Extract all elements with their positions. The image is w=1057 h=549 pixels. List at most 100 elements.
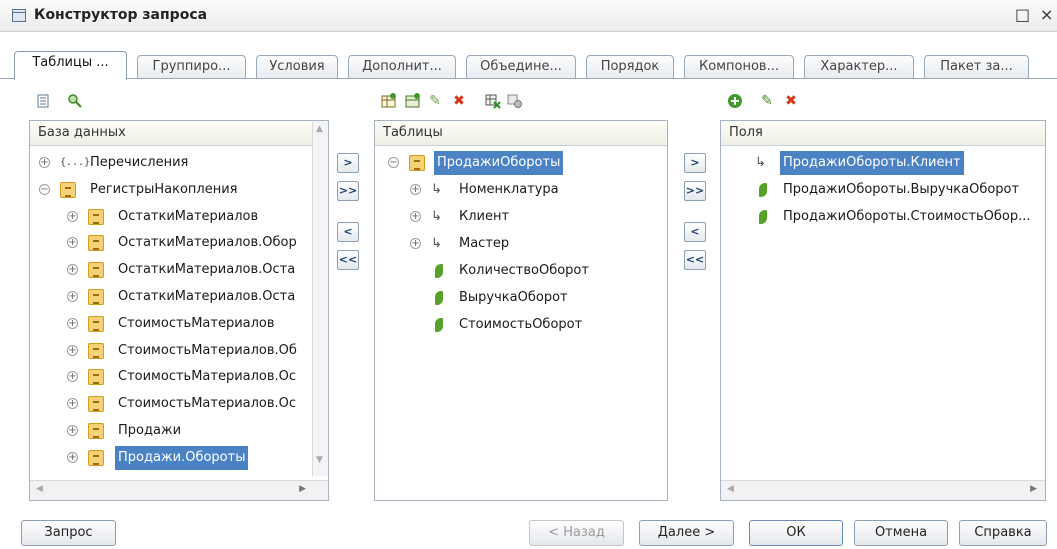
fields-scroll-right-arrow[interactable]: ▶ [1030, 484, 1037, 494]
tables-tree-item[interactable]: + ↳ Мастер [375, 232, 667, 256]
field-item[interactable]: ↳ ПродажиОбороты.Клиент [721, 151, 1045, 175]
list-icon[interactable] [34, 92, 52, 110]
database-tree-item[interactable]: + СтоимостьМатериалов.Об [30, 339, 328, 363]
database-tree-item[interactable]: + СтоимостьМатериалов.Ос [30, 392, 328, 416]
expand-icon[interactable]: + [67, 210, 78, 222]
add-table-button[interactable]: > [337, 153, 359, 173]
collapse-icon[interactable]: − [388, 157, 399, 168]
field-item[interactable]: ПродажиОбороты.ВыручкаОборот [721, 178, 1045, 202]
database-tree-item[interactable]: + СтоимостьМатериалов [30, 312, 328, 336]
tab-characteristics[interactable]: Характер... [804, 55, 914, 79]
tables-panel-header: Таблицы [375, 121, 667, 146]
tables-tree-item[interactable]: + ↳ Номенклатура [375, 178, 667, 202]
tables-tree-item[interactable]: ВыручкаОборот [375, 286, 667, 310]
list-icon-svg [37, 94, 49, 108]
fields-horizontal-scrollbar[interactable]: ◀ ▶ [721, 480, 1045, 500]
cancel-button[interactable]: Отмена [854, 520, 948, 546]
tables-tree-item-label: Клиент [459, 209, 510, 224]
scroll-down-arrow[interactable]: ▼ [316, 455, 323, 465]
tab-strip: Таблицы ... Группиро... Условия Дополнит… [14, 51, 1057, 80]
expand-icon[interactable]: + [67, 451, 78, 463]
maximize-button[interactable]: □ [1015, 5, 1030, 24]
tab-grouping[interactable]: Группиро... [137, 55, 246, 79]
gear-icon[interactable] [506, 92, 524, 110]
database-tree-item[interactable]: + Продажи [30, 419, 328, 443]
tables-tree-item[interactable]: КоличествоОборот [375, 259, 667, 283]
database-tree-item-label: Продажи [118, 423, 182, 438]
database-tree-item[interactable]: + ОстаткиМатериалов [30, 205, 328, 229]
expand-icon[interactable]: + [67, 264, 78, 276]
accumulation-register-icon [88, 289, 104, 305]
database-tree-item[interactable]: + {...} Перечисления [30, 151, 328, 175]
tab-query-batch[interactable]: Пакет за... [924, 55, 1029, 79]
tab-composition[interactable]: Компонов... [684, 55, 794, 79]
database-horizontal-scrollbar[interactable]: ◀ ▶ [30, 480, 328, 500]
table-settings-icon-svg [485, 94, 501, 109]
scroll-right-arrow[interactable]: ▶ [299, 484, 306, 494]
accumulation-register-icon [88, 449, 104, 466]
expand-icon[interactable]: + [67, 291, 78, 302]
database-tree-item[interactable]: + ОстаткиМатериалов.Обор [30, 231, 328, 255]
tables-tree-item[interactable]: СтоимостьОборот [375, 313, 667, 337]
tab-unions[interactable]: Объедине... [466, 55, 576, 79]
database-tree-item-label: Перечисления [90, 155, 189, 170]
expand-icon[interactable]: + [410, 238, 421, 249]
table-settings-icon[interactable] [484, 92, 502, 110]
find-icon-svg [68, 94, 82, 108]
scroll-left-arrow[interactable]: ◀ [36, 484, 43, 494]
ok-button[interactable]: ОК [749, 520, 843, 546]
expand-icon[interactable]: + [67, 317, 78, 329]
expand-icon[interactable]: + [67, 425, 78, 436]
tab-advanced[interactable]: Дополнит... [348, 55, 456, 79]
database-tree-item[interactable]: + Продажи.Обороты [30, 445, 328, 470]
add-table-icon[interactable] [380, 92, 398, 110]
database-tree-item-label: РегистрыНакопления [90, 181, 238, 197]
resource-field-icon [435, 318, 443, 332]
database-tree-item[interactable]: + ОстаткиМатериалов.Оста [30, 285, 328, 309]
add-field-icon[interactable] [726, 92, 744, 110]
add-field-button[interactable]: > [684, 153, 706, 173]
delete-table-icon[interactable]: ✖ [450, 92, 468, 110]
expand-icon[interactable]: + [67, 344, 78, 356]
database-tree-item-label: СтоимостьМатериалов [118, 315, 275, 331]
query-button[interactable]: Запрос [21, 520, 116, 546]
expand-icon[interactable]: + [39, 157, 50, 168]
expand-icon[interactable]: + [410, 211, 421, 222]
expand-icon[interactable]: + [67, 237, 78, 249]
nested-query-icon[interactable] [404, 92, 422, 110]
fields-scroll-left-arrow[interactable]: ◀ [727, 484, 734, 494]
database-tree-item[interactable]: + СтоимостьМатериалов.Ос [30, 365, 328, 389]
tab-conditions[interactable]: Условия [256, 55, 338, 79]
tab-tables[interactable]: Таблицы ... [14, 51, 127, 80]
tab-order[interactable]: Порядок [586, 55, 674, 79]
close-button[interactable]: × [1040, 5, 1053, 24]
database-tree-item[interactable]: − РегистрыНакопления [30, 178, 328, 202]
expand-icon[interactable]: + [67, 398, 78, 410]
accumulation-register-icon [88, 369, 104, 386]
next-button[interactable]: Далее > [639, 520, 734, 546]
resource-field-icon [759, 183, 767, 197]
remove-field-button[interactable]: < [684, 222, 706, 242]
add-all-tables-button[interactable]: >> [337, 181, 359, 201]
remove-all-fields-button[interactable]: << [684, 250, 706, 270]
add-all-fields-button[interactable]: >> [684, 181, 706, 201]
field-item[interactable]: ПродажиОбороты.СтоимостьОбор... [721, 205, 1045, 229]
delete-field-icon[interactable]: ✖ [782, 92, 800, 110]
edit-field-icon[interactable]: ✎ [758, 92, 776, 110]
tables-tree-item[interactable]: − ПродажиОбороты [375, 151, 667, 175]
expand-icon[interactable]: + [410, 184, 421, 195]
edit-table-icon[interactable]: ✎ [426, 92, 444, 110]
window-titlebar: Конструктор запроса □ × [0, 0, 1057, 32]
remove-table-button[interactable]: < [337, 222, 359, 242]
tables-tree-item[interactable]: + ↳ Клиент [375, 205, 667, 229]
find-icon[interactable] [66, 92, 84, 110]
expand-icon[interactable]: + [67, 371, 78, 383]
remove-all-tables-button[interactable]: << [337, 250, 359, 270]
database-tree-item[interactable]: + ОстаткиМатериалов.Оста [30, 258, 328, 282]
database-vertical-scrollbar[interactable]: ▲ ▼ [312, 121, 328, 476]
help-button[interactable]: Справка [959, 520, 1047, 546]
collapse-icon[interactable]: − [39, 183, 50, 195]
back-button[interactable]: < Назад [529, 520, 624, 546]
tables-tree-item-label: СтоимостьОборот [459, 317, 583, 332]
scroll-up-arrow[interactable]: ▲ [316, 124, 323, 134]
